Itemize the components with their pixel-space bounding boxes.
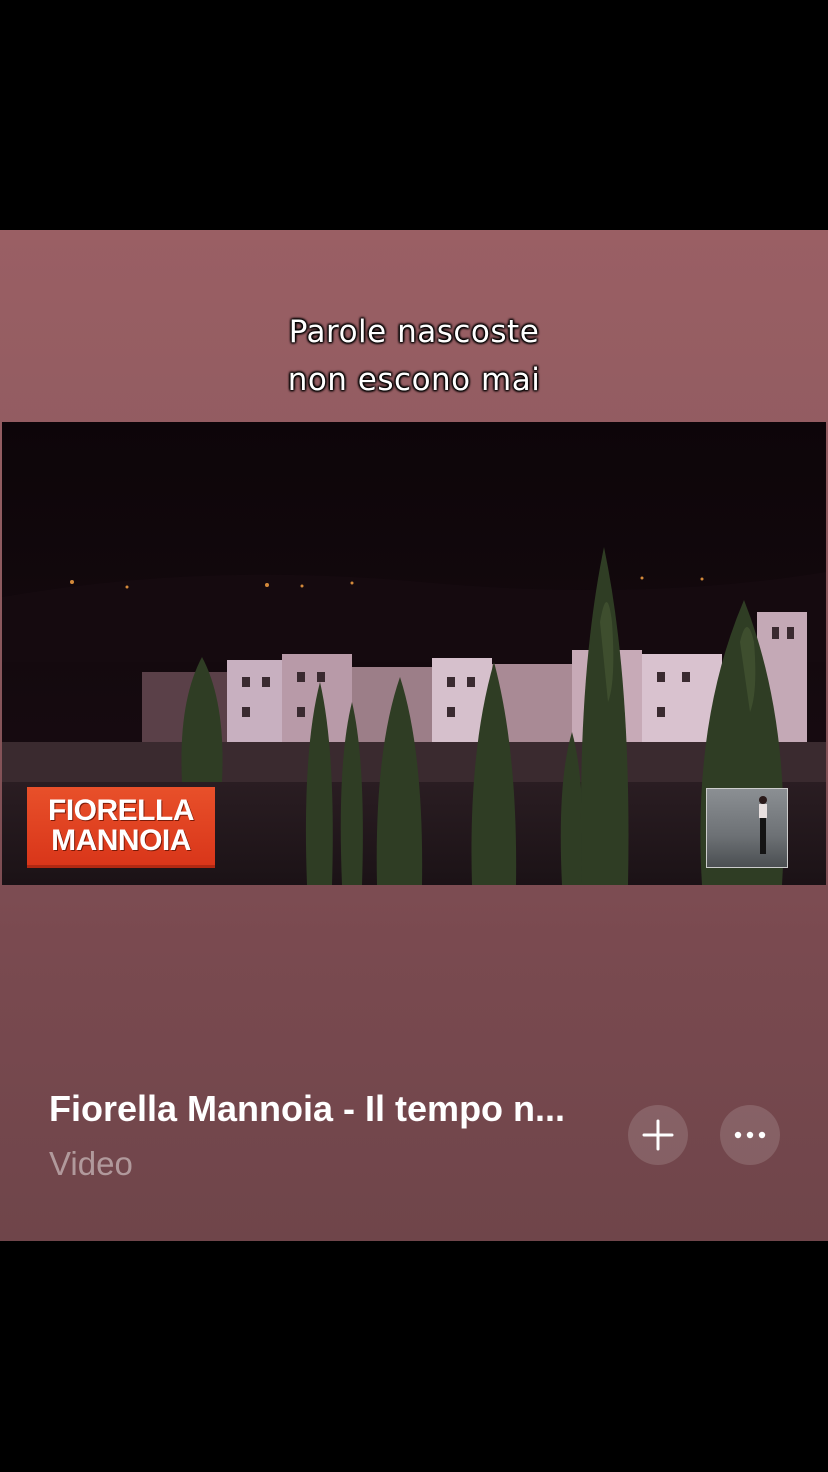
lyrics-line-1: Parole nascoste <box>288 314 540 350</box>
track-title: Fiorella Mannoia - Il tempo n... <box>49 1088 566 1129</box>
ellipsis-icon <box>734 1131 766 1139</box>
video-player[interactable]: FIORELLA MANNOIA <box>2 422 826 885</box>
plus-icon <box>642 1119 674 1151</box>
lyrics-overlay: Parole nascoste non escono mai <box>0 308 828 404</box>
logo-text-line-2: MANNOIA <box>51 824 191 857</box>
picture-in-picture-thumbnail <box>706 788 788 868</box>
performer-figure <box>759 796 767 854</box>
channel-logo: FIORELLA MANNOIA <box>27 787 215 868</box>
track-subtitle: Video <box>49 1145 133 1182</box>
lyrics-line-2: non escono mai <box>287 362 541 398</box>
add-button[interactable] <box>628 1105 688 1165</box>
more-options-button[interactable] <box>720 1105 780 1165</box>
logo-text-line-1: FIORELLA <box>48 794 195 827</box>
